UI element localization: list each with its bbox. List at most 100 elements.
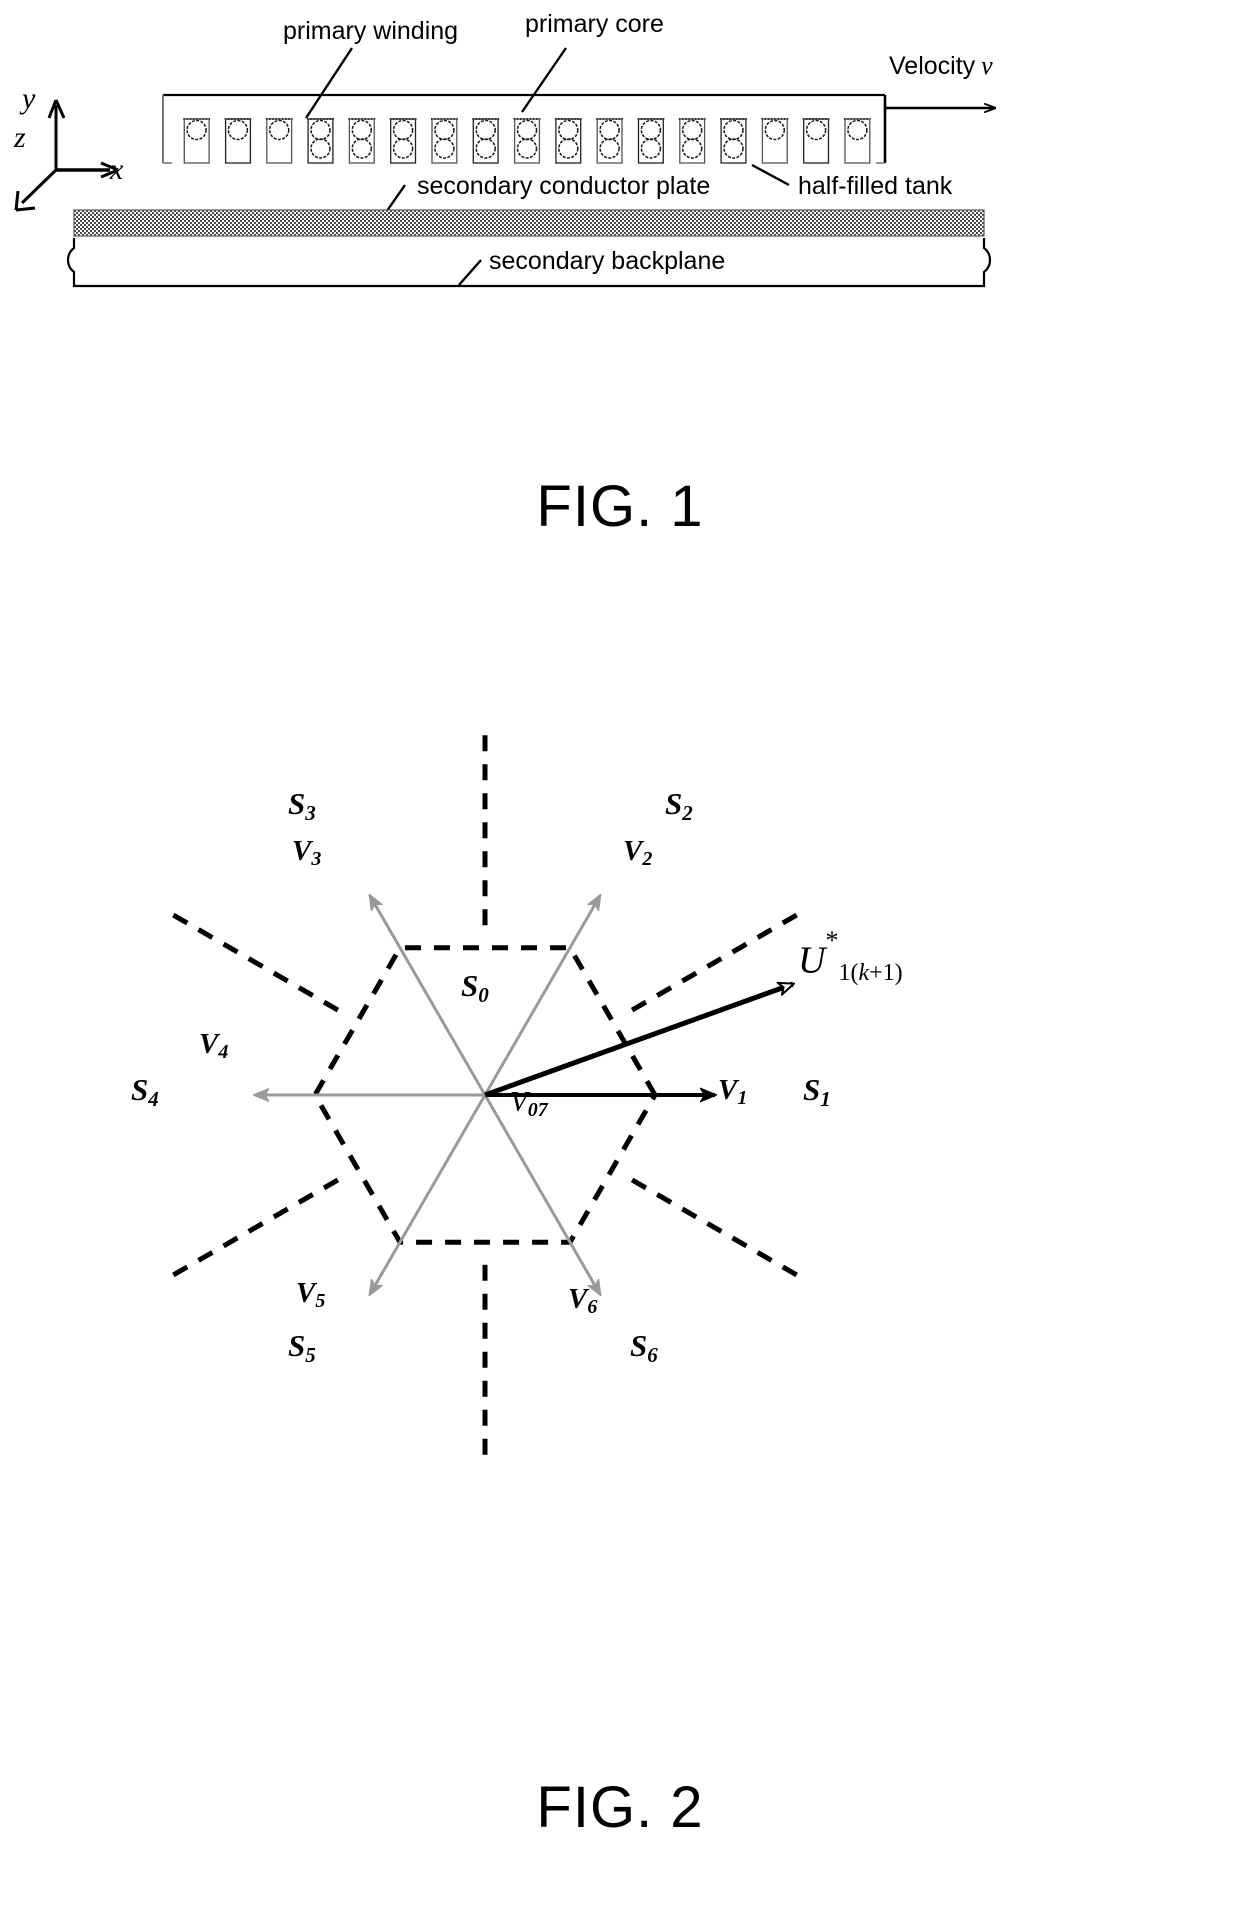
coil-circle — [847, 119, 868, 141]
coil-circle — [805, 119, 827, 141]
coil-circle — [558, 138, 579, 159]
coil-circle — [186, 119, 207, 141]
secondary-conductor-plate — [73, 209, 985, 237]
sector-s1-name: S — [803, 1072, 821, 1107]
vector-label-v3: V3 — [292, 835, 322, 870]
ref-sub-suffix: +1) — [869, 960, 903, 987]
axis-label-x: x — [110, 153, 124, 186]
coil-circle — [434, 138, 455, 159]
vector-v3-name: V — [292, 835, 312, 867]
vector-v2-name: V — [623, 835, 643, 867]
primary-core — [162, 93, 887, 164]
vector-v07-name: V — [510, 1086, 528, 1118]
ref-vector-subscript: 1(k+1) — [838, 960, 902, 986]
coil-circle — [558, 119, 579, 141]
label-primary-winding: primary winding — [283, 17, 459, 45]
vector-label-v4: V4 — [199, 1028, 229, 1063]
reference-vector-label: U* 1(k+1) — [798, 926, 903, 986]
label-secondary-backplane: secondary backplane — [489, 247, 726, 275]
sector-boundary-ray — [163, 907, 340, 1013]
voltage-vector-v6 — [483, 1094, 600, 1294]
sector-label-s1: S1 — [803, 1074, 831, 1110]
sector-label-s3: S3 — [288, 788, 316, 824]
coil-circle — [640, 138, 662, 159]
sector-boundary-ray — [163, 1177, 340, 1283]
sector-s2-name: S — [665, 786, 683, 821]
coil-circle — [599, 119, 620, 141]
coil-circle — [268, 119, 290, 141]
sector-s0-index: 0 — [478, 982, 489, 1007]
figure-2-drawing — [163, 725, 807, 1465]
coil-circle — [475, 138, 496, 159]
axis-indicator — [14, 99, 119, 212]
sector-s6-name: S — [630, 1328, 648, 1363]
figure-1: primary winding primary core half-filled… — [0, 0, 1240, 460]
label-velocity: Velocity v — [889, 53, 993, 79]
vector-v07-index: 07 — [527, 1099, 548, 1121]
coil-circle — [227, 119, 249, 141]
sector-s0-name: S — [461, 968, 479, 1003]
label-primary-core: primary core — [525, 10, 664, 38]
sector-s6-index: 6 — [647, 1342, 658, 1367]
sector-label-s0: S0 — [461, 970, 489, 1006]
ref-vector-base: U — [798, 939, 826, 982]
coil-circle — [351, 138, 373, 159]
coil-circle — [723, 119, 744, 141]
slot-group — [183, 118, 871, 164]
axis-label-y: y — [22, 82, 36, 115]
sector-s3-name: S — [288, 786, 306, 821]
sector-s1-index: 1 — [820, 1086, 831, 1111]
sector-boundary-ray — [630, 1177, 807, 1283]
figure-2: S3 S2 S4 S1 S5 S6 S0 V3 V2 V4 V1 V5 V6 V… — [0, 640, 1240, 1750]
coil-circle — [310, 119, 331, 141]
vector-v2-index: 2 — [642, 848, 653, 870]
sector-label-s4: S4 — [131, 1074, 159, 1110]
coil-circle — [434, 119, 455, 141]
vector-v1-index: 1 — [737, 1087, 748, 1109]
coil-circle — [516, 138, 538, 159]
axis-label-z: z — [14, 121, 26, 154]
vector-v5-index: 5 — [315, 1290, 326, 1312]
coil-circle — [310, 138, 331, 159]
coil-circle — [599, 138, 620, 159]
coil-circle — [681, 138, 703, 159]
vector-v4-index: 4 — [218, 1041, 229, 1063]
sector-s3-index: 3 — [305, 800, 316, 825]
coil-circle — [640, 119, 662, 141]
sector-s2-index: 2 — [682, 800, 693, 825]
voltage-vector-v2 — [483, 896, 600, 1096]
coil-circle — [475, 119, 496, 141]
coil-circle — [764, 119, 786, 141]
vector-label-v2: V2 — [623, 835, 653, 870]
voltage-vector-v5 — [370, 1094, 487, 1294]
patent-figure-page: primary winding primary core half-filled… — [0, 0, 1240, 1916]
sector-boundary-ray — [630, 907, 807, 1013]
label-secondary-conductor-plate: secondary conductor plate — [417, 172, 711, 200]
vector-v5-name: V — [296, 1277, 316, 1309]
vector-v3-index: 3 — [311, 848, 322, 870]
sector-s4-index: 4 — [148, 1086, 159, 1111]
ref-sub-prefix: 1( — [838, 960, 859, 987]
coil-circle — [351, 119, 373, 141]
vector-v4-name: V — [199, 1028, 219, 1060]
coil-circle — [723, 138, 744, 159]
figure-1-caption: FIG. 1 — [536, 474, 704, 539]
vector-v6-index: 6 — [587, 1296, 598, 1318]
vector-v6-name: V — [568, 1283, 588, 1315]
sector-label-s5: S5 — [288, 1330, 316, 1366]
vector-label-v1: V1 — [718, 1074, 748, 1109]
ref-vector-superscript: * — [825, 926, 839, 955]
figure-2-caption: FIG. 2 — [536, 1775, 704, 1840]
sector-label-s6: S6 — [630, 1330, 658, 1366]
velocity-symbol: v — [981, 51, 993, 80]
coil-circle — [392, 138, 414, 159]
velocity-word: Velocity — [889, 52, 976, 80]
coil-circle — [516, 119, 538, 141]
vector-label-v5: V5 — [296, 1277, 326, 1312]
coil-circle — [392, 119, 414, 141]
vector-label-v6: V6 — [568, 1283, 598, 1318]
ref-sub-k: k — [858, 960, 870, 987]
vector-v1-name: V — [718, 1074, 738, 1106]
label-half-filled-tank: half-filled tank — [798, 172, 953, 200]
sector-s5-name: S — [288, 1328, 306, 1363]
